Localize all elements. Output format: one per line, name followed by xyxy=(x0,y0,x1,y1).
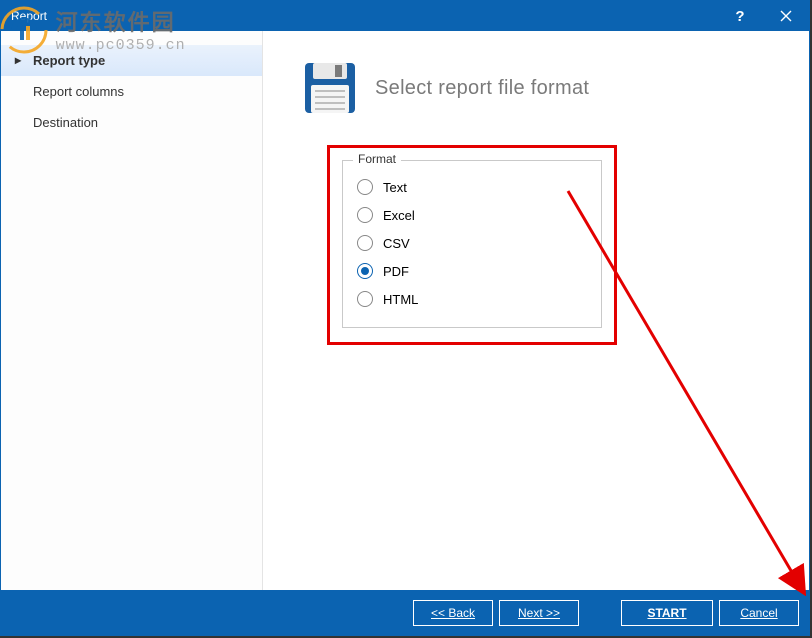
radio-label: HTML xyxy=(383,292,418,307)
radio-html[interactable]: HTML xyxy=(353,285,591,313)
main-panel: Select report file format Format Text Ex… xyxy=(263,31,809,590)
radio-icon xyxy=(357,291,373,307)
radio-icon xyxy=(357,207,373,223)
format-fieldset: Format Text Excel CSV P xyxy=(342,160,602,328)
sidebar-item-label: Report columns xyxy=(33,84,124,99)
radio-excel[interactable]: Excel xyxy=(353,201,591,229)
radio-text[interactable]: Text xyxy=(353,173,591,201)
window-title: Report xyxy=(11,9,47,23)
radio-label: PDF xyxy=(383,264,409,279)
radio-pdf[interactable]: PDF xyxy=(353,257,591,285)
back-button[interactable]: << Back xyxy=(413,600,493,626)
close-icon xyxy=(780,10,792,22)
radio-label: Text xyxy=(383,180,407,195)
sidebar-item-label: Report type xyxy=(33,53,105,68)
radio-label: CSV xyxy=(383,236,410,251)
footer: << Back Next >> START Cancel xyxy=(1,590,809,635)
close-button[interactable] xyxy=(763,1,809,31)
radio-icon xyxy=(357,179,373,195)
sidebar-item-destination[interactable]: Destination xyxy=(1,107,262,138)
page-title: Select report file format xyxy=(375,77,589,100)
radio-csv[interactable]: CSV xyxy=(353,229,591,257)
titlebar: Report ? xyxy=(1,1,809,31)
sidebar: Report type Report columns Destination xyxy=(1,31,263,590)
sidebar-item-label: Destination xyxy=(33,115,98,130)
radio-icon xyxy=(357,235,373,251)
radio-icon xyxy=(357,263,373,279)
radio-label: Excel xyxy=(383,208,415,223)
sidebar-item-report-columns[interactable]: Report columns xyxy=(1,76,262,107)
annotation-highlight-box: Format Text Excel CSV P xyxy=(327,145,617,345)
next-button[interactable]: Next >> xyxy=(499,600,579,626)
floppy-disk-icon xyxy=(303,61,357,115)
start-button[interactable]: START xyxy=(621,600,713,626)
help-button[interactable]: ? xyxy=(717,1,763,31)
cancel-button[interactable]: Cancel xyxy=(719,600,799,626)
fieldset-legend: Format xyxy=(353,152,401,166)
sidebar-item-report-type[interactable]: Report type xyxy=(1,45,262,76)
